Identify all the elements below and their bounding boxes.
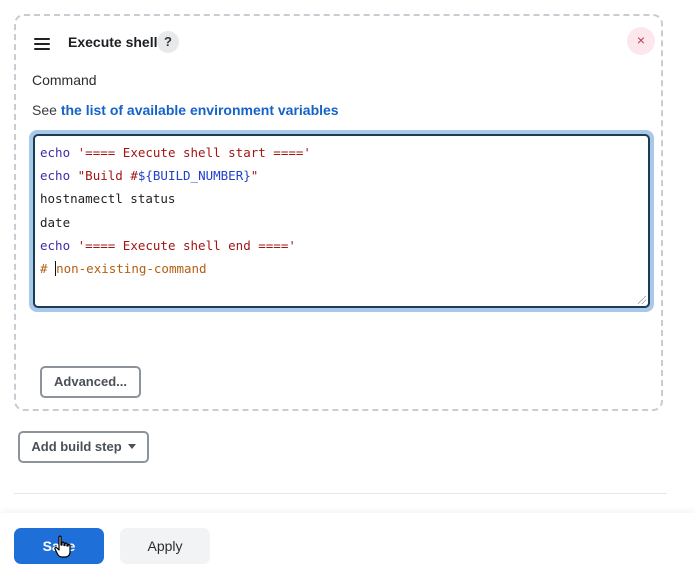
- code-line: echo '==== Execute shell start ====': [40, 144, 311, 162]
- command-editor[interactable]: echo '==== Execute shell start ====' echo…: [33, 134, 650, 308]
- apply-button[interactable]: Apply: [120, 528, 210, 564]
- code-token: hostnamectl status: [40, 191, 176, 207]
- pointer-hand-icon: [54, 535, 71, 558]
- code-token: date: [40, 214, 71, 230]
- command-label: Command: [32, 72, 97, 88]
- help-prefix: See: [32, 102, 61, 118]
- code-token: echo: [40, 237, 71, 253]
- code-token: echo: [40, 145, 71, 160]
- add-build-step-label: Add build step: [31, 439, 122, 454]
- chevron-down-icon: [127, 444, 136, 449]
- code-token: "Build #: [77, 168, 138, 184]
- code-line: echo '==== Execute shell end ====': [40, 237, 296, 255]
- footer-bar: [0, 513, 695, 572]
- close-icon[interactable]: ×: [627, 27, 655, 55]
- code-line: # non-existing-command: [40, 260, 207, 278]
- code-token: non-existing-command: [56, 261, 207, 276]
- code-token: '==== Execute shell end ====': [77, 237, 296, 253]
- divider: [14, 493, 667, 494]
- code-line: hostnamectl status: [40, 190, 175, 208]
- env-vars-help: See the list of available environment va…: [32, 102, 339, 118]
- drag-handle-icon[interactable]: [34, 38, 50, 50]
- code-line: date: [40, 214, 70, 232]
- code-token: ${BUILD_NUMBER}: [137, 168, 251, 184]
- code-line: echo "Build #${BUILD_NUMBER}": [40, 167, 258, 185]
- code-token: ": [250, 168, 259, 184]
- command-editor-focus-ring: echo '==== Execute shell start ====' echo…: [29, 130, 654, 312]
- code-token: '==== Execute shell start ====': [77, 145, 311, 160]
- add-build-step-button[interactable]: Add build step: [18, 431, 149, 463]
- build-step-title: Execute shell: [68, 34, 158, 50]
- build-step-panel: Execute shell ? × Command See the list o…: [14, 14, 663, 411]
- code-token: #: [40, 261, 56, 276]
- resize-grip-icon[interactable]: [638, 296, 646, 304]
- env-vars-link[interactable]: the list of available environment variab…: [61, 102, 339, 118]
- advanced-button[interactable]: Advanced...: [40, 366, 141, 398]
- code-token: echo: [40, 168, 71, 184]
- help-icon[interactable]: ?: [157, 31, 179, 53]
